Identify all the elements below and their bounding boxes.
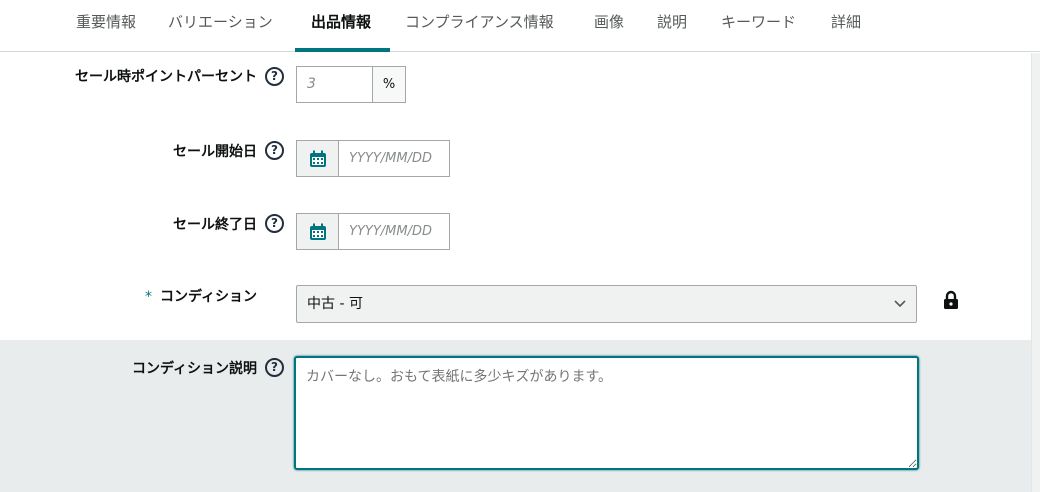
sale-end-label: セール終了日 xyxy=(173,217,257,233)
condition-label: * コンディション xyxy=(145,286,257,306)
sale-start-label: セール開始日 xyxy=(173,144,257,160)
tab-keywords[interactable]: キーワード xyxy=(721,0,796,52)
tab-details[interactable]: 詳細 xyxy=(831,0,861,52)
condition-note-label: コンディション説明 xyxy=(131,361,257,377)
percent-addon: % xyxy=(372,66,406,103)
condition-selected-value: 中古 - 可 xyxy=(307,296,363,312)
scrollbar[interactable] xyxy=(1031,53,1040,492)
calendar-button[interactable] xyxy=(296,140,339,177)
lock-icon xyxy=(944,290,958,309)
condition-label-text: コンディション xyxy=(159,289,257,305)
calendar-button[interactable] xyxy=(296,213,339,250)
tab-description[interactable]: 説明 xyxy=(657,0,687,52)
tab-bar: 重要情報 バリエーション 出品情報 コンプライアンス情報 画像 説明 キーワード… xyxy=(0,0,1040,52)
active-tab-indicator xyxy=(295,48,390,52)
tab-variations[interactable]: バリエーション xyxy=(168,0,273,52)
condition-note-textarea[interactable] xyxy=(294,356,919,470)
sale-points-label: セール時ポイントパーセント xyxy=(75,69,257,85)
help-circle-icon[interactable]: ? xyxy=(265,141,284,160)
sale-start-input[interactable]: YYYY/MM/DD xyxy=(338,140,450,177)
calendar-icon xyxy=(310,150,326,167)
condition-select[interactable]: 中古 - 可 xyxy=(296,285,917,323)
help-circle-icon[interactable]: ? xyxy=(265,358,284,377)
tab-offer[interactable]: 出品情報 xyxy=(311,0,371,52)
chevron-down-icon xyxy=(894,300,906,308)
required-marker: * xyxy=(144,289,152,305)
sale-points-input[interactable]: 3 xyxy=(296,66,373,103)
help-circle-icon[interactable]: ? xyxy=(265,214,284,233)
calendar-icon xyxy=(310,223,326,240)
help-circle-icon[interactable]: ? xyxy=(265,67,284,86)
tab-important-info[interactable]: 重要情報 xyxy=(76,0,136,52)
tab-compliance[interactable]: コンプライアンス情報 xyxy=(405,0,554,52)
tab-images[interactable]: 画像 xyxy=(594,0,624,52)
sale-end-input[interactable]: YYYY/MM/DD xyxy=(338,213,450,250)
